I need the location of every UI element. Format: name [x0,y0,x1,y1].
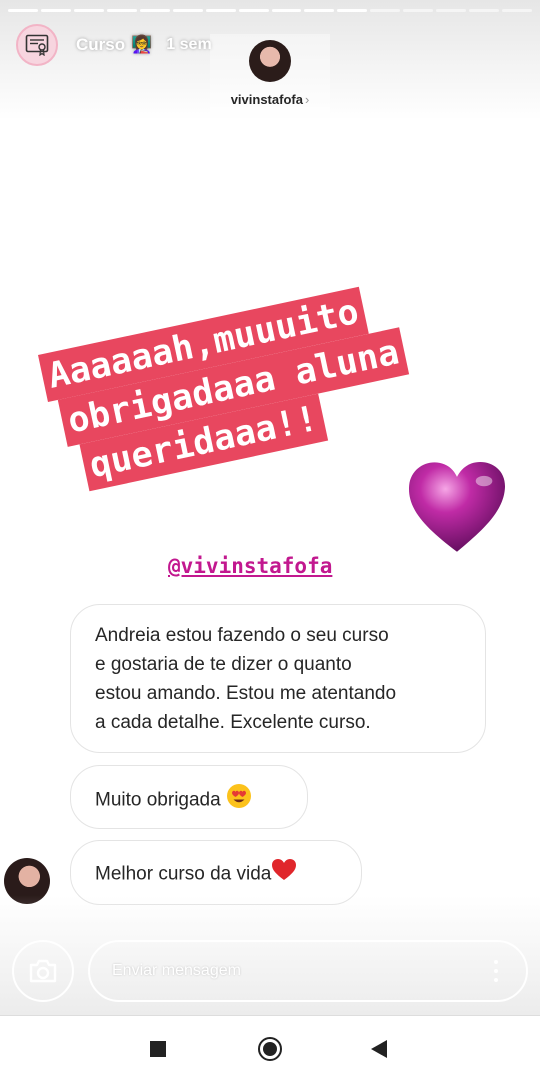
more-vertical-icon[interactable] [494,960,498,982]
message-line: e gostaria de te dizer o quanto [95,654,352,675]
progress-segment [238,9,269,12]
3d-heart-icon [408,462,505,552]
message-text: Muito obrigada [95,789,221,811]
camera-icon [29,959,57,983]
message-bubble: Muito obrigada [70,765,308,829]
progress-segment [337,9,368,12]
mention-avatar [249,40,291,82]
camera-button[interactable] [12,940,74,1002]
teacher-emoji: 👩‍🏫 [131,35,153,54]
progress-segment [403,9,434,12]
heart-eyes-emoji [226,783,252,818]
message-line: Andreia estou fazendo o seu curso [95,625,389,646]
mention-username-row: vivinstafofa › [210,92,330,107]
progress-segment [436,9,467,12]
highlight-avatar[interactable] [16,24,58,66]
story-header: Curso 👩‍🏫 1 sem [16,24,212,66]
message-line: a cada detalhe. Excelente curso. [95,712,371,733]
progress-segment [370,9,401,12]
progress-segment [106,9,137,12]
mention-tag[interactable]: @vivinstafofa [168,554,332,578]
red-heart-emoji [271,858,297,891]
progress-segment [172,9,203,12]
progress-segment [40,9,71,12]
progress-segment [304,9,335,12]
story-caption: Aaaaaah,muuuito obrigadaaa aluna querida… [38,280,419,496]
story-progress-bar [8,9,532,12]
mention-username: vivinstafofa [230,92,303,107]
message-bubble: Andreia estou fazendo o seu curso e gost… [70,604,486,753]
send-message-input[interactable]: Enviar mensagem [88,940,528,1002]
square-recents-icon[interactable] [150,1041,166,1057]
progress-segment [271,9,302,12]
mention-sticker[interactable]: vivinstafofa › [210,34,330,120]
progress-segment [502,9,532,12]
progress-segment [205,9,236,12]
triangle-back-icon[interactable] [371,1040,387,1058]
progress-segment [139,9,170,12]
story-title[interactable]: Curso [76,35,125,55]
progress-segment [73,9,104,12]
circle-home-icon[interactable] [258,1037,282,1061]
progress-segment [8,9,38,12]
message-text: Melhor curso da vida [95,863,272,885]
progress-segment [469,9,500,12]
message-line: estou amando. Estou me atentando [95,683,397,704]
chevron-right-icon: › [304,92,310,107]
send-message-placeholder: Enviar mensagem [112,962,241,979]
story-timestamp: 1 sem [166,36,212,53]
certificate-icon [25,34,49,56]
story-viewer[interactable]: Curso 👩‍🏫 1 sem vivinstafofa › Aaaaaah,mu… [0,0,540,1015]
android-navigation-bar [0,1015,540,1081]
